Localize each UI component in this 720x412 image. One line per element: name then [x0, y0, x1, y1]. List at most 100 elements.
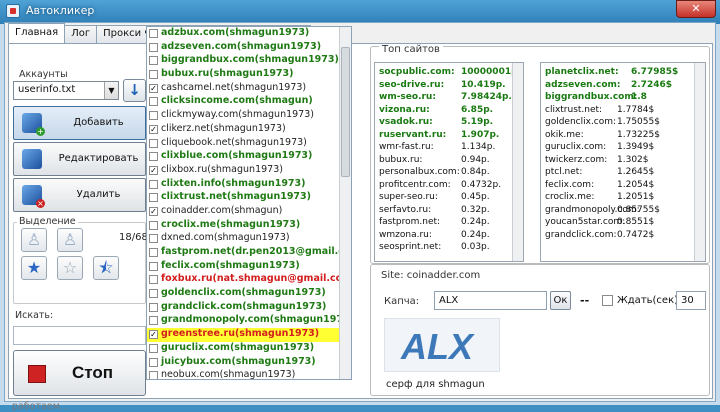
scroll-thumb[interactable] [341, 47, 350, 177]
top-site-name: adzseven.com: [545, 79, 621, 90]
site-checkbox[interactable] [149, 316, 158, 326]
site-checkbox[interactable]: ✓ [149, 330, 158, 340]
site-checkbox[interactable] [149, 111, 158, 121]
site-list-item[interactable]: ✓ clikerz.net(shmagun1973) [147, 123, 351, 137]
top-site-row: wm-seo.ru: 7.98424p. [375, 92, 523, 105]
site-checkbox[interactable] [149, 343, 158, 353]
site-list-item[interactable]: clixblue.com(shmagun1973) [147, 150, 351, 164]
site-checkbox[interactable] [149, 56, 158, 66]
top-site-value: 1.302$ [617, 154, 649, 165]
site-checkbox[interactable]: ✓ [149, 165, 158, 175]
site-list-item[interactable]: juicybux.com(shmagun1973) [147, 356, 351, 370]
sites-scrollbar[interactable] [339, 27, 351, 379]
delete-button[interactable]: × Удалить [13, 178, 146, 212]
select-all-button[interactable]: ★ [21, 256, 47, 280]
select-user-button[interactable]: ♙ [21, 228, 47, 252]
site-checkbox[interactable] [149, 179, 158, 189]
site-list-item[interactable]: clickmyway.com(shmagun1973) [147, 109, 351, 123]
site-checkbox[interactable]: ✓ [149, 124, 158, 134]
site-list-item[interactable]: feclix.com(shmagun1973) [147, 260, 351, 274]
site-list-item[interactable]: guruclix.com(shmagun1973) [147, 342, 351, 356]
chevron-down-icon[interactable]: ▼ [104, 82, 118, 99]
site-list-item[interactable]: grandmonopoly.com(shmagun1973) [147, 314, 351, 328]
wait-checkbox[interactable] [602, 295, 613, 306]
close-button[interactable]: ✕ [676, 0, 716, 18]
site-list-item[interactable]: biggrandbux.com(shmagun1973) [147, 54, 351, 68]
add-cube-icon: + [22, 113, 45, 136]
top-site-name: youcan5star.com: [545, 217, 626, 227]
top-site-row: biggrandbux.com: 1.8 [541, 92, 705, 105]
wait-seconds-input[interactable]: 30 [676, 291, 706, 310]
site-list-item[interactable]: grandclick.com(shmagun1973) [147, 301, 351, 315]
select-none-button[interactable]: ☆ [57, 256, 83, 280]
site-checkbox[interactable] [149, 29, 158, 38]
captcha-input[interactable]: ALX [434, 291, 547, 310]
site-list-item[interactable]: dxned.com(shmagun1973) [147, 232, 351, 246]
site-list-item[interactable]: ✓ coinadder.com(shmagun) [147, 205, 351, 219]
site-list-item[interactable]: clixtrust.net(shmagun1973) [147, 191, 351, 205]
site-name: clickmyway.com(shmagun1973) [161, 109, 314, 121]
site-list-item[interactable]: ✓ greenstree.ru(shmagun1973) [147, 328, 351, 342]
site-list-item[interactable]: croclix.me(shmagun1973) [147, 219, 351, 233]
top-site-row: wmr-fast.ru: 1.134p. [375, 142, 523, 155]
site-checkbox[interactable] [149, 248, 158, 257]
title-bar: Автокликер ✕ [0, 0, 720, 22]
accounts-select[interactable]: userinfo.txt ▼ [13, 81, 119, 100]
site-checkbox[interactable] [149, 42, 158, 52]
site-name: adzseven.com(shmagun1973) [161, 40, 322, 52]
site-checkbox[interactable] [149, 234, 158, 244]
site-checkbox[interactable] [149, 193, 158, 203]
tab-0[interactable]: Главная [8, 23, 66, 43]
site-name: clixten.info(shmagun1973) [161, 177, 306, 189]
site-checkbox[interactable] [149, 97, 158, 107]
top-site-name: fastprom.net: [379, 217, 441, 227]
site-checkbox[interactable] [149, 261, 158, 271]
accounts-label: Аккаунты [19, 69, 68, 80]
site-list-item[interactable]: foxbux.ru(nat.shmagun@gmail.com) [147, 273, 351, 287]
invert-selection-button[interactable]: ⯪ [93, 256, 119, 280]
site-list-item[interactable]: ✓ clixbox.ru(shmagun1973) [147, 164, 351, 178]
site-list-item[interactable]: ✓ cashcamel.net(shmagun1973) [147, 82, 351, 96]
edit-button[interactable]: Редактировать [13, 142, 146, 176]
site-checkbox[interactable]: ✓ [149, 83, 158, 93]
add-button[interactable]: + Добавить [13, 106, 146, 140]
site-checkbox[interactable]: ✓ [149, 206, 158, 216]
rub-list-scrollbar[interactable] [512, 63, 523, 261]
site-checkbox[interactable] [149, 302, 158, 312]
site-list-item[interactable]: adzbux.com(shmagun1973) [147, 27, 351, 41]
top-site-row: seosprint.net: 0.03p. [375, 242, 523, 255]
site-list-item[interactable]: clixten.info(shmagun1973) [147, 178, 351, 192]
top-site-name: vizona.ru: [379, 104, 430, 115]
selection-count: 18/68 [119, 232, 148, 243]
site-checkbox[interactable] [149, 275, 158, 285]
tab-1[interactable]: Лог [64, 25, 98, 43]
usd-list-scrollbar[interactable] [694, 63, 705, 261]
site-checkbox[interactable] [149, 70, 158, 80]
site-list-item[interactable]: fastprom.net(dr.pen2013@gmail.com) [147, 246, 351, 260]
top-site-name: serfavto.ru: [379, 204, 432, 215]
site-checkbox[interactable] [149, 138, 158, 148]
deselect-user-button[interactable]: ♙ [57, 228, 83, 252]
site-list-item[interactable]: clicksincome.com(shmagun) [147, 95, 351, 109]
ok-button[interactable]: Ок [550, 291, 571, 310]
site-list-item[interactable]: goldenclix.com(shmagun1973) [147, 287, 351, 301]
site-list-item[interactable]: adzseven.com(shmagun1973) [147, 41, 351, 55]
site-checkbox[interactable] [149, 152, 158, 162]
delete-cube-icon: × [22, 185, 45, 208]
top-site-name: personalbux.com: [379, 167, 460, 177]
site-checkbox[interactable] [149, 220, 158, 230]
top-site-row: youcan5star.com: 0.8551$ [541, 217, 705, 230]
site-checkbox[interactable] [149, 357, 158, 367]
site-list-item[interactable]: neobux.com(shmagun1973) [147, 369, 351, 379]
site-checkbox[interactable] [149, 289, 158, 299]
top-site-row: croclix.me: 1.2051$ [541, 192, 705, 205]
site-name: grandclick.com(shmagun1973) [161, 300, 327, 312]
stop-button[interactable]: Стоп [13, 350, 146, 396]
accounts-value: userinfo.txt [18, 84, 76, 95]
load-accounts-button[interactable]: ↓ [123, 79, 146, 102]
site-list-item[interactable]: cliquebook.net(shmagun1973) [147, 137, 351, 151]
site-list-item[interactable]: bubux.ru(shmagun1973) [147, 68, 351, 82]
search-input[interactable] [13, 326, 146, 345]
user-icon: ♙ [62, 230, 78, 249]
site-checkbox[interactable] [149, 371, 158, 379]
